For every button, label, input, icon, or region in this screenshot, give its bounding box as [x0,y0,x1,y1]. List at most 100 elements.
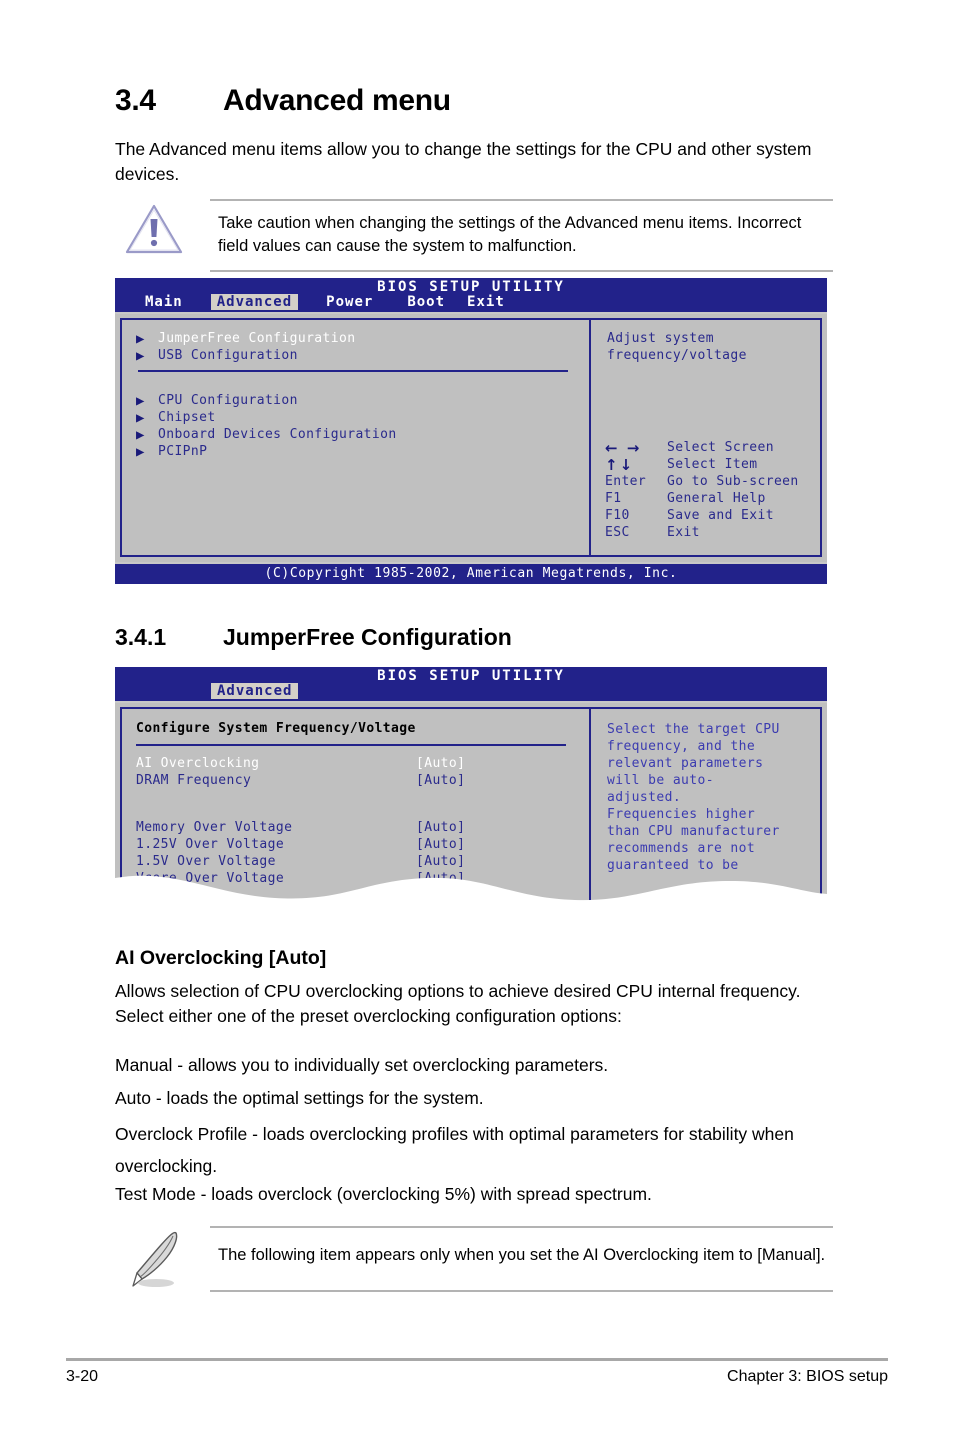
bios-utility-title: BIOS SETUP UTILITY [377,668,565,684]
info-note-bottom-rule [210,1290,833,1292]
key-legend-row: ESC Exit [605,524,799,541]
setting-row-memory-over-voltage[interactable]: Memory Over Voltage [Auto] [136,820,589,837]
setting-row-vcore-over-voltage[interactable]: Vcore Over Voltage [Auto] [136,871,589,888]
key-f10-label: F10 [605,508,630,523]
menu-item-cpu-configuration[interactable]: ▶ CPU Configuration [136,392,589,409]
bios-jumperfree-screen[interactable]: BIOS SETUP UTILITY Advanced Configure Sy… [115,667,827,906]
bios-help-text: Adjust system frequency/voltage [607,331,747,363]
setting-label: Vcore Over Voltage [136,871,285,886]
info-note-text: The following item appears only when you… [218,1246,826,1264]
setting-value[interactable]: [Auto] [416,773,465,790]
section-title: Advanced menu [223,84,451,117]
menu-item-label: PCIPnP [158,444,208,459]
setting-label: 1.25V Over Voltage [136,837,285,852]
arrow-left-right-icon: ← → [605,438,642,457]
triangle-right-icon: ▶ [136,392,145,409]
key-legend-row: F1 General Help [605,490,799,507]
triangle-right-icon: ▶ [136,330,145,347]
subsection-title: JumperFree Configuration [223,624,512,650]
key-legend-row: F10 Save and Exit [605,507,799,524]
item-option-overclock-profile: Overclock Profile - loads overclocking p… [115,1124,794,1176]
caution-note-text: Take caution when changing the settings … [218,214,802,255]
key-legend-row: ↑↓ Select Item [605,455,799,474]
triangle-right-icon: ▶ [136,443,145,460]
warning-triangle-icon [125,204,183,254]
key-legend-desc: Exit [667,525,700,540]
setting-value[interactable]: [Auto] [416,837,465,854]
bios-copyright-footer: (C)Copyright 1985-2002, American Megatre… [115,562,827,584]
info-icon-cell [115,1228,210,1290]
arrow-up-down-icon: ↑↓ [605,455,635,474]
setting-label: 1.5V Over Voltage [136,854,276,869]
bios-panels: ▶ JumperFree Configuration ▶ USB Configu… [115,312,827,562]
section-intro-paragraph: The Advanced menu items allow you to cha… [115,139,812,184]
setting-value[interactable]: [Auto] [416,854,465,871]
tab-main[interactable]: Main [139,294,189,310]
bios-panels: Configure System Frequency/Voltage AI Ov… [115,701,827,906]
pencil-note-icon [132,1231,178,1287]
item-option-test-mode: Test Mode - loads overclock (overclockin… [115,1184,652,1204]
setting-row-ai-overclocking[interactable]: AI Overclocking [Auto] [136,756,589,773]
item-option-manual: Manual - allows you to individually set … [115,1055,609,1075]
bios-advanced-screen[interactable]: BIOS SETUP UTILITY Main Advanced Power B… [115,278,827,584]
key-f1-label: F1 [605,491,622,506]
menu-item-chipset[interactable]: ▶ Chipset [136,409,589,426]
key-enter-label: Enter [605,474,647,489]
bios-help-panel: Select the target CPU frequency, and the… [589,707,822,906]
menu-item-label: Onboard Devices Configuration [158,427,397,442]
item-heading: AI Overclocking [Auto] [115,947,327,969]
setting-row-dram-frequency[interactable]: DRAM Frequency [Auto] [136,773,589,790]
menu-item-label: JumperFree Configuration [158,331,356,346]
bios-utility-title: BIOS SETUP UTILITY [377,279,565,295]
tab-power[interactable]: Power [320,294,379,310]
bios-help-panel: Adjust system frequency/voltage ← → Sele… [589,318,822,557]
page-number: 3-20 [66,1368,99,1385]
document-page: 3.4 Advanced menu The Advanced menu item… [0,0,954,1438]
setting-value[interactable]: [Auto] [416,820,465,837]
key-legend-row: Enter Go to Sub-screen [605,473,799,490]
setting-row-15v-over-voltage[interactable]: 1.5V Over Voltage [Auto] [136,854,589,871]
item-description: Allows selection of CPU overclocking opt… [115,981,801,1026]
caution-icon-cell [115,201,210,257]
tab-exit[interactable]: Exit [461,294,511,310]
key-legend-desc: Select Item [667,457,758,472]
subsection-heading: 3.4.1 JumperFree Configuration [115,624,512,651]
caution-note: Take caution when changing the settings … [115,199,833,272]
key-esc-label: ESC [605,525,630,540]
triangle-right-icon: ▶ [136,409,145,426]
bios-settings-panel[interactable]: Configure System Frequency/Voltage AI Ov… [120,707,589,906]
menu-item-onboard-devices-configuration[interactable]: ▶ Onboard Devices Configuration [136,426,589,443]
key-legend-desc: Select Screen [667,440,774,455]
tab-boot[interactable]: Boot [401,294,451,310]
menu-item-label: Chipset [158,410,216,425]
menu-item-usb-configuration[interactable]: ▶ USB Configuration [136,347,589,364]
section-number: 3.4 [115,84,156,117]
setting-label: DRAM Frequency [136,773,252,788]
triangle-right-icon: ▶ [136,426,145,443]
bios-menu-panel[interactable]: ▶ JumperFree Configuration ▶ USB Configu… [120,318,589,557]
menu-divider [138,370,568,372]
chapter-label: Chapter 3: BIOS setup [727,1368,888,1385]
bios-tab-bar[interactable]: Advanced [211,683,299,699]
bios-tab-bar[interactable]: Main Advanced Power Boot Exit [139,294,511,310]
triangle-right-icon: ▶ [136,347,145,364]
config-section-heading: Configure System Frequency/Voltage [136,721,416,736]
tab-advanced[interactable]: Advanced [211,683,299,699]
setting-value[interactable]: [Auto] [416,756,465,773]
menu-item-pcipnp[interactable]: ▶ PCIPnP [136,443,589,460]
section-heading: 3.4 Advanced menu [115,84,451,118]
key-legend-desc: Go to Sub-screen [667,474,799,489]
menu-item-jumperfree-configuration[interactable]: ▶ JumperFree Configuration [136,330,589,347]
subsection-number: 3.4.1 [115,624,167,650]
key-legend-desc: Save and Exit [667,508,774,523]
setting-label: Memory Over Voltage [136,820,293,835]
bios-titlebar: BIOS SETUP UTILITY Advanced [115,667,827,701]
footer-rule [66,1358,888,1361]
tab-advanced[interactable]: Advanced [210,294,299,310]
bios-help-text: Select the target CPU frequency, and the… [607,722,780,873]
bios-key-legend: ← → Select Screen ↑↓ Select Item Enter G… [605,439,799,541]
setting-value[interactable]: [Auto] [416,871,465,888]
info-note: The following item appears only when you… [115,1226,833,1292]
setting-row-125v-over-voltage[interactable]: 1.25V Over Voltage [Auto] [136,837,589,854]
caution-note-bottom-rule [210,270,833,272]
